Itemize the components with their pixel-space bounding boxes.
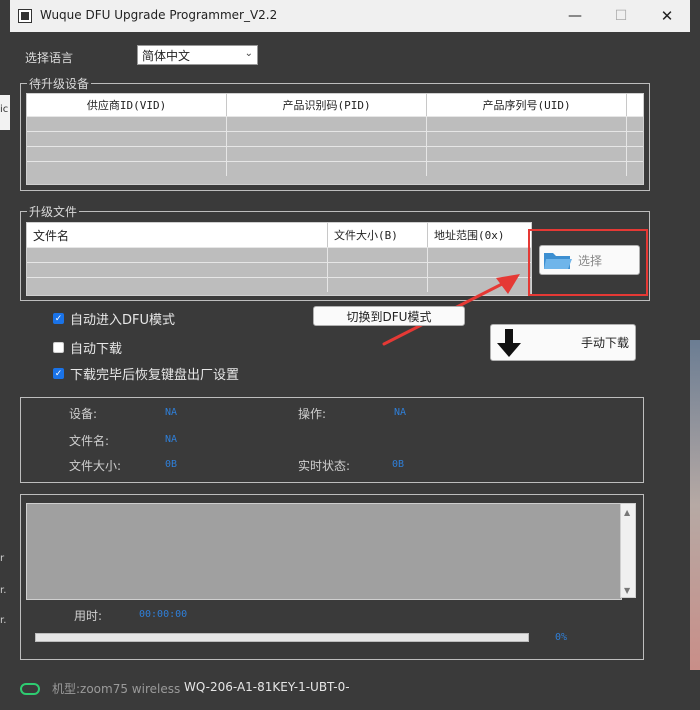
restore-label: 下载完毕后恢复键盘出厂设置 (70, 368, 240, 383)
table-row[interactable] (27, 116, 643, 131)
table-row[interactable] (27, 247, 531, 262)
app-window: Wuque DFU Upgrade Programmer_V2.2 — ☐ ✕ … (10, 0, 690, 710)
operation-label: 操作: (298, 407, 327, 421)
language-label: 选择语言 (25, 51, 74, 65)
column-header-address[interactable]: 地址范围(0x) (428, 223, 531, 247)
realtime-status-label: 实时状态: (298, 459, 351, 473)
download-arrow-icon (497, 328, 521, 357)
elapsed-label: 用时: (74, 609, 103, 623)
language-select[interactable]: 简体中文 ⌄ (137, 45, 258, 65)
chevron-down-icon: ⌄ (244, 48, 253, 59)
table-row[interactable] (27, 131, 643, 146)
log-scrollbar[interactable]: ▲ ▼ (620, 503, 636, 598)
auto-download-label: 自动下载 (70, 342, 123, 357)
filename-label: 文件名: (69, 434, 110, 448)
firmware-table-header: 文件名 文件大小(B) 地址范围(0x) (27, 223, 531, 247)
auto-dfu-checkbox[interactable]: ✓ (53, 313, 64, 324)
column-header-filename[interactable]: 文件名 (27, 223, 328, 247)
realtime-status-value: 0B (392, 459, 405, 470)
devices-group-title: 待升级设备 (27, 75, 92, 92)
restore-checkbox[interactable]: ✓ (53, 368, 64, 379)
auto-dfu-option[interactable]: ✓ 自动进入DFU模式 (53, 309, 175, 328)
progress-bar (35, 633, 529, 642)
background-text: r. (0, 615, 7, 626)
filesize-value: 0B (165, 459, 178, 470)
switch-dfu-button[interactable]: 切换到DFU模式 (313, 306, 465, 326)
close-button[interactable]: ✕ (644, 0, 690, 32)
manual-download-button[interactable]: 手动下载 (490, 324, 636, 361)
devices-table[interactable]: 供应商ID(VID) 产品识别码(PID) 产品序列号(UID) (26, 93, 644, 185)
column-header-filesize[interactable]: 文件大小(B) (328, 223, 428, 247)
column-header-uid[interactable]: 产品序列号(UID) (427, 94, 628, 116)
operation-value: NA (394, 407, 407, 418)
folder-icon (544, 253, 572, 269)
window-title: Wuque DFU Upgrade Programmer_V2.2 (40, 8, 278, 22)
firmware-group-title: 升级文件 (27, 203, 80, 220)
restore-option[interactable]: ✓ 下载完毕后恢复键盘出厂设置 (53, 364, 239, 383)
scroll-down-icon[interactable]: ▼ (624, 586, 630, 595)
table-row[interactable] (27, 146, 643, 161)
select-file-label: 选择 (578, 253, 603, 268)
select-file-button[interactable]: 选择 (539, 245, 640, 275)
maximize-button[interactable]: ☐ (598, 0, 644, 32)
header-spacer (627, 94, 643, 116)
background-text: r. (0, 585, 7, 596)
model-code: WQ-206-A1-81KEY-1-UBT-0- (184, 680, 350, 694)
log-textarea[interactable] (26, 503, 622, 600)
devices-table-header: 供应商ID(VID) 产品识别码(PID) 产品序列号(UID) (27, 94, 643, 116)
status-led-icon (20, 683, 40, 695)
language-selected: 简体中文 (142, 48, 191, 63)
filesize-label: 文件大小: (69, 459, 122, 473)
table-row[interactable] (27, 161, 643, 176)
minimize-button[interactable]: — (552, 0, 598, 32)
column-header-pid[interactable]: 产品识别码(PID) (227, 94, 428, 116)
background-text: ic (0, 104, 9, 115)
column-header-vid[interactable]: 供应商ID(VID) (27, 94, 228, 116)
title-bar[interactable]: Wuque DFU Upgrade Programmer_V2.2 — ☐ ✕ (10, 0, 690, 32)
auto-dfu-label: 自动进入DFU模式 (70, 313, 176, 328)
desktop-wallpaper (690, 340, 700, 670)
auto-download-checkbox[interactable] (53, 342, 64, 353)
app-icon (18, 9, 32, 23)
manual-download-label: 手动下载 (580, 336, 629, 350)
device-value: NA (165, 407, 178, 418)
filename-value: NA (165, 434, 178, 445)
device-label: 设备: (69, 407, 98, 421)
model-label: 机型:zoom75 wireless (52, 682, 181, 696)
auto-download-option[interactable]: 自动下载 (53, 338, 122, 357)
progress-percent: 0% (555, 632, 568, 643)
scroll-up-icon[interactable]: ▲ (624, 508, 630, 517)
background-text: r (0, 553, 5, 564)
elapsed-value: 00:00:00 (139, 609, 188, 620)
